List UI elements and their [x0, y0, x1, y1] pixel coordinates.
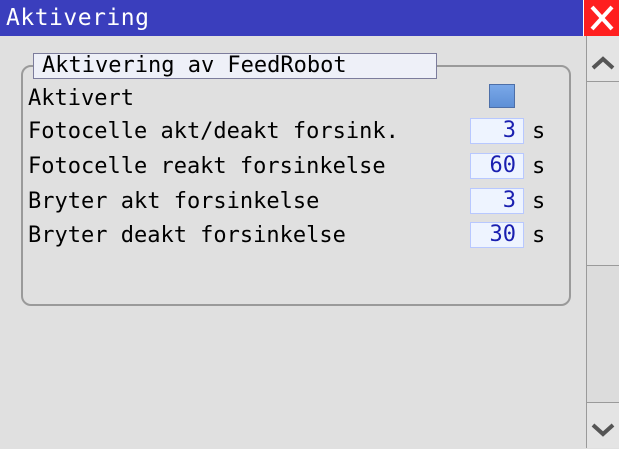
- bryter-akt-input[interactable]: 3: [470, 188, 524, 214]
- label-bryter-deakt: Bryter deakt forsinkelse: [28, 223, 346, 248]
- window-title: Aktivering: [6, 5, 150, 31]
- chevron-down-icon: [591, 423, 615, 437]
- scroll-up-button[interactable]: [587, 36, 619, 82]
- label-fotocelle-akt-deakt: Fotocelle akt/deakt forsink.: [28, 119, 399, 144]
- unit-bryter-akt: s: [532, 189, 546, 214]
- aktivert-checkbox[interactable]: [489, 84, 515, 108]
- unit-fotocelle-akt-deakt: s: [532, 119, 546, 144]
- label-bryter-akt: Bryter akt forsinkelse: [28, 189, 320, 214]
- label-aktivert: Aktivert: [28, 86, 134, 111]
- fotocelle-akt-deakt-input[interactable]: 3: [470, 118, 524, 144]
- title-bar: Aktivering: [0, 0, 619, 36]
- fotocelle-reakt-input[interactable]: 60: [470, 153, 524, 179]
- group-title: Aktivering av FeedRobot: [33, 53, 437, 79]
- scroll-thumb[interactable]: [587, 82, 619, 266]
- content-area: Aktivering av FeedRobot Aktivert Fotocel…: [0, 36, 586, 448]
- label-fotocelle-reakt: Fotocelle reakt forsinkelse: [28, 154, 386, 179]
- bryter-deakt-input[interactable]: 30: [470, 222, 524, 248]
- unit-fotocelle-reakt: s: [532, 154, 546, 179]
- unit-bryter-deakt: s: [532, 223, 546, 248]
- vertical-scrollbar[interactable]: [586, 36, 619, 448]
- close-icon: [590, 5, 614, 31]
- chevron-up-icon: [591, 56, 615, 70]
- close-button[interactable]: [583, 0, 619, 36]
- scroll-down-button[interactable]: [587, 402, 619, 448]
